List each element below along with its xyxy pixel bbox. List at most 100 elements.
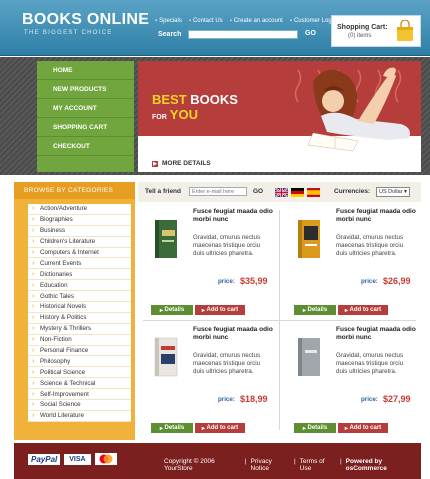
shopping-cart-box[interactable]: Shopping Cart: (0) items: [331, 15, 421, 47]
terms-of-use-link[interactable]: Terms of Use: [300, 458, 336, 472]
category-item[interactable]: Current Events: [28, 258, 131, 270]
add-to-cart-button[interactable]: ▸ Add to cart: [338, 305, 388, 315]
currencies-label: Currencies:: [334, 188, 371, 195]
category-item[interactable]: Children's Literature: [28, 237, 131, 248]
chevron-down-icon: ▼: [403, 189, 408, 195]
book-cover-image[interactable]: [153, 336, 181, 378]
product-card: Fusce feugiat maada odio morbi nunc Grav…: [143, 326, 273, 436]
search-input[interactable]: [188, 30, 298, 39]
add-to-cart-button[interactable]: ▸ Add to cart: [338, 423, 388, 433]
link-create-account[interactable]: ▪ Create an account: [230, 18, 283, 24]
product-description: Gravidat, cmurus nectus maecenas tristiq…: [336, 234, 404, 257]
category-item[interactable]: Non-Fiction: [28, 335, 131, 346]
details-button-label: Details: [164, 425, 185, 431]
footer-separator: |: [244, 458, 247, 465]
product-description: Gravidat, cmurus nectus maecenas tristiq…: [193, 234, 261, 257]
footer-links: Copyright © 2006 YourStore | Privacy Not…: [164, 458, 421, 472]
banner-headline: BEST BOOKS: [152, 92, 238, 107]
category-item[interactable]: History & Politics: [28, 313, 131, 324]
details-button[interactable]: ▸ Details: [294, 423, 336, 433]
category-item[interactable]: Mystery & Thrillers: [28, 324, 131, 335]
friend-email-input[interactable]: [189, 187, 247, 196]
spain-flag-icon[interactable]: [307, 188, 320, 197]
category-item[interactable]: Gothic Tales: [28, 291, 131, 303]
more-details-link[interactable]: ▶ MORE DETAILS: [152, 160, 211, 167]
link-specials[interactable]: ▪ Specials: [155, 18, 182, 24]
details-button[interactable]: ▸ Details: [151, 423, 193, 433]
book-cover-image[interactable]: [153, 218, 181, 260]
footer-separator: |: [339, 458, 342, 465]
uk-flag-icon[interactable]: [275, 188, 288, 197]
language-flags: [275, 188, 320, 197]
link-contact-us[interactable]: ▪ Contact Us: [189, 18, 223, 24]
details-button[interactable]: ▸ Details: [151, 305, 193, 315]
product-description: Gravidat, cmurus nectus maecenas tristiq…: [336, 352, 404, 375]
nav-shopping-cart[interactable]: SHOPPING CART: [37, 118, 134, 137]
link-customer-login[interactable]: ▪ Customer Login: [290, 18, 337, 24]
category-item[interactable]: Historical Novels: [28, 302, 131, 313]
nav-checkout[interactable]: CHECKOUT: [37, 137, 134, 156]
germany-flag-icon[interactable]: [291, 188, 304, 197]
category-item[interactable]: Action/Adventure: [28, 204, 131, 215]
category-item[interactable]: Education: [28, 280, 131, 292]
product-card: Fusce feugiat maada odio morbi nunc Grav…: [286, 326, 416, 436]
product-price: $18,99: [240, 394, 268, 404]
price-label: price:: [361, 278, 378, 285]
category-item[interactable]: Dictionaries: [28, 269, 131, 281]
add-to-cart-button[interactable]: ▸ Add to cart: [195, 423, 245, 433]
product-title[interactable]: Fusce feugiat maada odio morbi nunc: [193, 326, 273, 342]
tell-a-friend-bar: Tell a friend GO Currencies: US Dollar▼: [138, 182, 421, 202]
details-button[interactable]: ▸ Details: [294, 305, 336, 315]
price-label: price:: [218, 396, 235, 403]
add-to-cart-button[interactable]: ▸ Add to cart: [195, 305, 245, 315]
category-item[interactable]: Science & Technical: [28, 378, 131, 390]
price-label: price:: [361, 396, 378, 403]
category-item[interactable]: Personal Finance: [28, 346, 131, 357]
book-cover-image[interactable]: [296, 336, 324, 378]
product-title[interactable]: Fusce feugiat maada odio morbi nunc: [336, 208, 416, 224]
add-to-cart-label: Add to cart: [349, 307, 382, 313]
sidebar-heading: BROWSE BY CATEGORIES: [14, 182, 135, 199]
category-item[interactable]: Business: [28, 226, 131, 237]
category-item[interactable]: Self-Improvement: [28, 389, 131, 401]
top-links: ▪ Specials ▪ Contact Us ▪ Create an account…: [155, 18, 336, 24]
nav-my-account[interactable]: MY ACCOUNT: [37, 99, 134, 118]
privacy-notice-link[interactable]: Privacy Notice: [251, 458, 290, 472]
search-label: Search: [158, 31, 182, 38]
category-item[interactable]: Philosophy: [28, 356, 131, 368]
search-go-button[interactable]: GO: [305, 30, 316, 37]
product-price: $35,99: [240, 276, 268, 286]
details-button-label: Details: [307, 425, 328, 431]
nav-home[interactable]: HOME: [37, 61, 134, 80]
payment-logos: PayPal VISA: [28, 453, 117, 465]
currency-select[interactable]: US Dollar ▼: [376, 187, 410, 197]
footer-separator: |: [293, 458, 296, 465]
shopping-bag-icon: [397, 20, 413, 41]
powered-by-link[interactable]: Powered by osCommerce: [346, 458, 421, 472]
category-item[interactable]: World Literature: [28, 411, 131, 422]
product-title[interactable]: Fusce feugiat maada odio morbi nunc: [193, 208, 273, 224]
visa-logo: VISA: [64, 453, 91, 465]
category-item[interactable]: Social Science: [28, 400, 131, 411]
site-logo[interactable]: BOOKS ONLINE: [22, 11, 149, 29]
product-price: $26,99: [383, 276, 411, 286]
nav-new-products[interactable]: NEW PRODUCTS: [37, 80, 134, 99]
product-card: Fusce feugiat maada odio morbi nunc Grav…: [143, 208, 273, 318]
more-details-label: MORE DETAILS: [162, 160, 211, 167]
reading-girl-illustration: [307, 67, 410, 152]
arrow-right-icon: ▶: [152, 160, 158, 167]
details-button-label: Details: [164, 307, 185, 313]
category-item[interactable]: Computers & Internet: [28, 248, 131, 259]
category-sidebar: BROWSE BY CATEGORIES Action/Adventure Bi…: [14, 182, 135, 440]
banner-subheadline: FOR YOU: [152, 107, 198, 122]
category-item[interactable]: Biographies: [28, 215, 131, 226]
product-title[interactable]: Fusce feugiat maada odio morbi nunc: [336, 326, 416, 342]
header: BOOKS ONLINE THE BIGGEST CHOICE ▪ Special…: [0, 0, 430, 56]
add-to-cart-label: Add to cart: [206, 425, 239, 431]
category-item[interactable]: Political Science: [28, 367, 131, 379]
book-cover-image[interactable]: [296, 218, 324, 260]
copyright-text: Copyright © 2006 YourStore: [164, 458, 215, 472]
main-nav: HOME NEW PRODUCTS MY ACCOUNT SHOPPING CA…: [37, 61, 134, 172]
tell-a-friend-label: Tell a friend: [145, 188, 181, 195]
tell-a-friend-go-button[interactable]: GO: [253, 188, 263, 195]
